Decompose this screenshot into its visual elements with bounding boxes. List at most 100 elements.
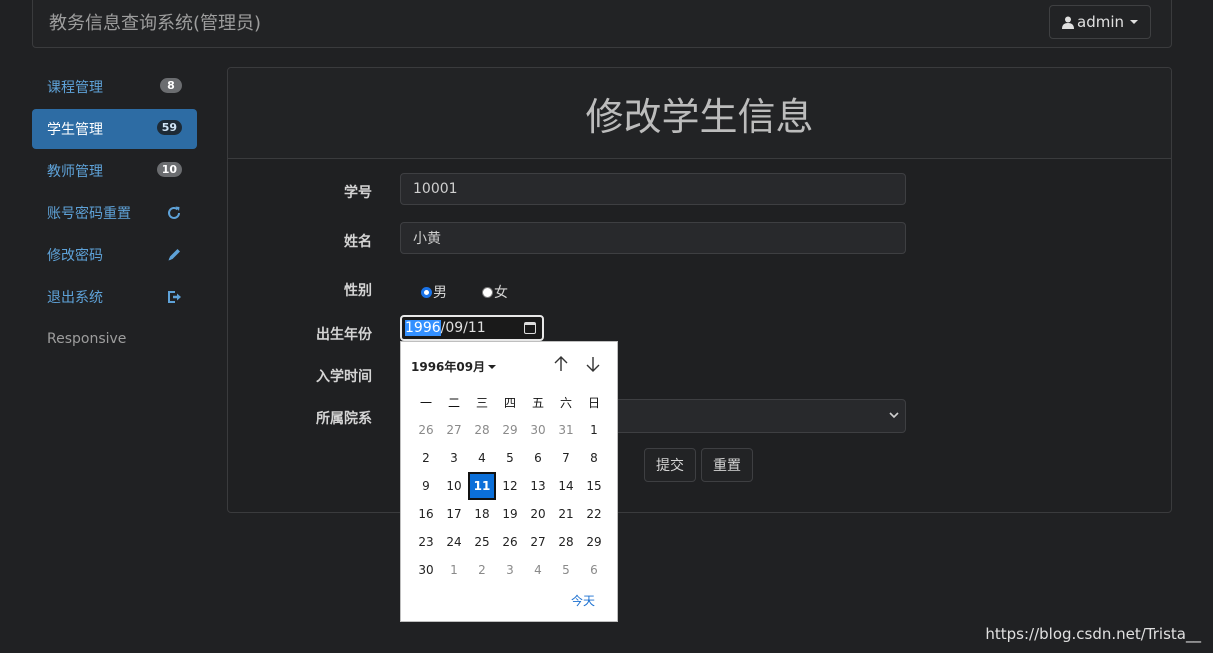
calendar-day[interactable]: 1 bbox=[580, 416, 608, 444]
calendar-day[interactable]: 29 bbox=[496, 416, 524, 444]
weekday-header: 一 bbox=[419, 395, 432, 410]
user-icon bbox=[1062, 16, 1074, 29]
edit-student-panel: 修改学生信息 学号 10001 姓名 小黄 性别 男 女 出生年份 1996 /… bbox=[227, 67, 1172, 513]
weekday-header: 四 bbox=[503, 395, 516, 410]
calendar-week-row: 26 27 28 29 30 31 1 bbox=[412, 416, 608, 444]
weekday-header: 二 bbox=[447, 395, 460, 410]
calendar-day[interactable]: 20 bbox=[524, 500, 552, 528]
calendar-week-row: 9 10 11 12 13 14 15 bbox=[412, 472, 608, 500]
refresh-icon bbox=[168, 206, 180, 219]
month-year-label: 1996年09月 bbox=[411, 360, 486, 374]
sidebar-item-student-management[interactable]: 学生管理 59 bbox=[32, 109, 197, 149]
calendar-day[interactable]: 3 bbox=[496, 556, 524, 584]
name-label: 姓名 bbox=[344, 234, 372, 250]
calendar-day[interactable]: 4 bbox=[524, 556, 552, 584]
calendar-day[interactable]: 28 bbox=[468, 416, 496, 444]
calendar-day[interactable]: 2 bbox=[412, 444, 440, 472]
sidebar-item-label: 修改密码 bbox=[47, 248, 103, 264]
caret-down-icon bbox=[488, 364, 497, 369]
sidebar-item-logout[interactable]: 退出系统 bbox=[32, 277, 197, 317]
count-badge: 8 bbox=[160, 78, 182, 93]
calendar-day[interactable]: 30 bbox=[524, 416, 552, 444]
count-badge: 10 bbox=[156, 162, 182, 177]
radio-unchecked-icon bbox=[482, 286, 493, 298]
calendar-day[interactable]: 26 bbox=[496, 528, 524, 556]
calendar-day[interactable]: 8 bbox=[580, 444, 608, 472]
calendar-day[interactable]: 16 bbox=[412, 500, 440, 528]
sidebar-item-label: 课程管理 bbox=[47, 80, 103, 96]
calendar-day[interactable]: 6 bbox=[580, 556, 608, 584]
calendar-day[interactable]: 18 bbox=[468, 500, 496, 528]
sidebar-item-change-password[interactable]: 修改密码 bbox=[32, 235, 197, 275]
calendar-day[interactable]: 28 bbox=[552, 528, 580, 556]
calendar-day[interactable]: 3 bbox=[440, 444, 468, 472]
weekday-header: 三 bbox=[475, 395, 488, 410]
sidebar-item-password-reset[interactable]: 账号密码重置 bbox=[32, 193, 197, 233]
calendar-day[interactable]: 14 bbox=[552, 472, 580, 500]
calendar-grid: 一 二 三 四 五 六 日 26 27 28 29 30 31 1 2 3 4 … bbox=[412, 388, 608, 584]
calendar-day[interactable]: 7 bbox=[552, 444, 580, 472]
sidebar-item-course-management[interactable]: 课程管理 8 bbox=[32, 67, 197, 107]
name-input[interactable]: 小黄 bbox=[400, 222, 906, 254]
sidebar-item-label: 学生管理 bbox=[47, 122, 103, 138]
calendar-day[interactable]: 1 bbox=[440, 556, 468, 584]
sidebar-item-teacher-management[interactable]: 教师管理 10 bbox=[32, 151, 197, 191]
gender-female-radio[interactable]: 女 bbox=[482, 282, 508, 302]
date-picker-popup: 1996年09月 一 二 三 四 五 六 日 26 27 28 29 30 31… bbox=[400, 341, 618, 622]
user-name: admin bbox=[1077, 13, 1124, 31]
birth-year-segment[interactable]: 1996 bbox=[405, 320, 441, 336]
birth-date-input[interactable]: 1996 /09/11 bbox=[400, 315, 544, 341]
calendar-day[interactable]: 25 bbox=[468, 528, 496, 556]
weekday-header: 六 bbox=[559, 395, 572, 410]
calendar-day[interactable]: 5 bbox=[552, 556, 580, 584]
birth-year-label: 出生年份 bbox=[316, 327, 372, 343]
calendar-week-row: 16 17 18 19 20 21 22 bbox=[412, 500, 608, 528]
gender-label: 性别 bbox=[344, 283, 372, 299]
enrollment-label: 入学时间 bbox=[316, 369, 372, 385]
calendar-day[interactable]: 13 bbox=[524, 472, 552, 500]
calendar-day[interactable]: 15 bbox=[580, 472, 608, 500]
submit-button[interactable]: 提交 bbox=[644, 448, 696, 482]
department-label: 所属院系 bbox=[316, 411, 372, 427]
chevron-down-icon bbox=[889, 412, 899, 419]
caret-down-icon bbox=[1130, 20, 1138, 24]
sidebar-item-label: 教师管理 bbox=[47, 164, 103, 180]
calendar-day[interactable]: 5 bbox=[496, 444, 524, 472]
calendar-week-row: 23 24 25 26 27 28 29 bbox=[412, 528, 608, 556]
calendar-day-selected[interactable]: 11 bbox=[468, 472, 496, 500]
calendar-day[interactable]: 12 bbox=[496, 472, 524, 500]
today-link[interactable]: 今天 bbox=[571, 592, 595, 609]
calendar-day[interactable]: 29 bbox=[580, 528, 608, 556]
calendar-day[interactable]: 17 bbox=[440, 500, 468, 528]
student-id-input[interactable]: 10001 bbox=[400, 173, 906, 205]
calendar-day[interactable]: 24 bbox=[440, 528, 468, 556]
calendar-day[interactable]: 27 bbox=[440, 416, 468, 444]
month-year-selector[interactable]: 1996年09月 bbox=[411, 358, 497, 375]
calendar-day[interactable]: 2 bbox=[468, 556, 496, 584]
calendar-day[interactable]: 4 bbox=[468, 444, 496, 472]
gender-male-radio[interactable]: 男 bbox=[421, 282, 447, 302]
page-title: 修改学生信息 bbox=[228, 68, 1171, 159]
pencil-icon bbox=[168, 249, 180, 261]
calendar-day[interactable]: 22 bbox=[580, 500, 608, 528]
count-badge: 59 bbox=[156, 120, 182, 135]
reset-button[interactable]: 重置 bbox=[701, 448, 753, 482]
calendar-day[interactable]: 21 bbox=[552, 500, 580, 528]
arrow-down-icon[interactable] bbox=[584, 355, 602, 373]
app-brand[interactable]: 教务信息查询系统(管理员) bbox=[49, 9, 261, 35]
calendar-day[interactable]: 9 bbox=[412, 472, 440, 500]
calendar-day[interactable]: 31 bbox=[552, 416, 580, 444]
calendar-day[interactable]: 19 bbox=[496, 500, 524, 528]
calendar-day[interactable]: 27 bbox=[524, 528, 552, 556]
calendar-day[interactable]: 26 bbox=[412, 416, 440, 444]
user-menu-button[interactable]: admin bbox=[1049, 5, 1151, 39]
weekday-header: 日 bbox=[587, 395, 600, 410]
calendar-day[interactable]: 30 bbox=[412, 556, 440, 584]
calendar-day[interactable]: 10 bbox=[440, 472, 468, 500]
calendar-icon[interactable] bbox=[524, 322, 536, 334]
calendar-week-row: 2 3 4 5 6 7 8 bbox=[412, 444, 608, 472]
calendar-day[interactable]: 23 bbox=[412, 528, 440, 556]
sidebar-item-responsive[interactable]: Responsive bbox=[32, 319, 197, 359]
arrow-up-icon[interactable] bbox=[552, 355, 570, 373]
calendar-day[interactable]: 6 bbox=[524, 444, 552, 472]
